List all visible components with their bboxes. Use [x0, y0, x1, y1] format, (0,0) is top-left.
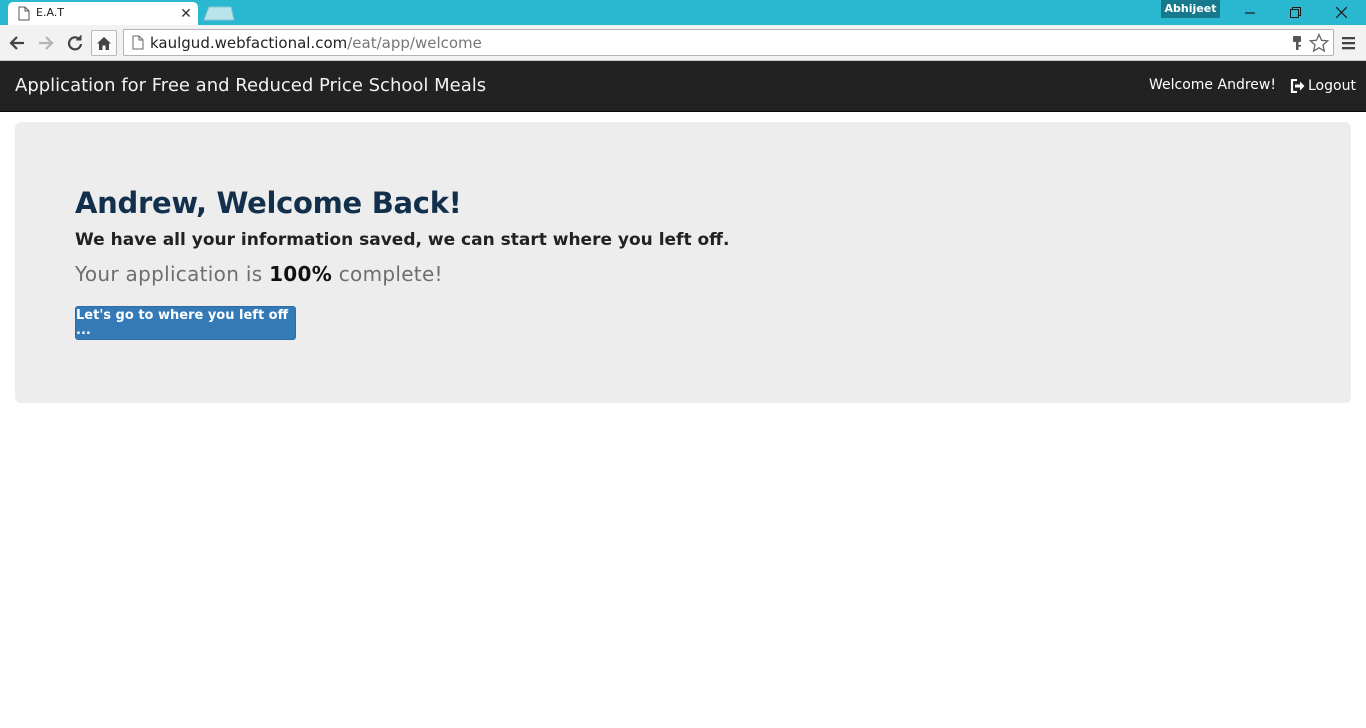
- close-window-button[interactable]: [1319, 0, 1363, 24]
- url-host: kaulgud.webfactional.com: [150, 34, 348, 52]
- key-icon[interactable]: [1291, 35, 1303, 51]
- arrow-left-icon: [9, 36, 24, 50]
- home-icon: [97, 36, 111, 50]
- page-icon: [132, 35, 144, 50]
- browser-titlebar: E.A.T ✕ Abhijeet: [0, 0, 1366, 25]
- browser-menu-icon[interactable]: [1340, 35, 1358, 51]
- forward-button[interactable]: [33, 30, 59, 56]
- tab-title: E.A.T: [36, 6, 64, 19]
- url-text[interactable]: kaulgud.webfactional.com/eat/app/welcome: [150, 34, 482, 52]
- url-path: /eat/app/welcome: [347, 34, 482, 52]
- home-button[interactable]: [91, 30, 117, 56]
- profile-badge[interactable]: Abhijeet: [1161, 0, 1220, 18]
- navbar-welcome[interactable]: Welcome Andrew!: [1149, 77, 1276, 93]
- reload-icon: [67, 35, 83, 51]
- browser-tab[interactable]: E.A.T ✕: [8, 2, 198, 25]
- welcome-subtitle: We have all your information saved, we c…: [75, 230, 730, 250]
- continue-button[interactable]: Let's go to where you left off ...: [75, 306, 296, 340]
- welcome-title: Andrew, Welcome Back!: [75, 186, 462, 220]
- restore-button[interactable]: [1273, 0, 1317, 24]
- address-bar[interactable]: kaulgud.webfactional.com/eat/app/welcome: [123, 29, 1334, 56]
- browser-toolbar: kaulgud.webfactional.com/eat/app/welcome: [0, 25, 1366, 61]
- logout-link[interactable]: Logout: [1290, 76, 1356, 96]
- minimize-icon: [1245, 12, 1255, 14]
- new-tab-button[interactable]: [203, 6, 235, 21]
- logout-label: Logout: [1308, 78, 1356, 94]
- arrow-right-icon: [39, 36, 54, 50]
- progress-percent: 100%: [269, 262, 333, 286]
- navbar-brand[interactable]: Application for Free and Reduced Price S…: [15, 75, 486, 96]
- bookmark-star-icon[interactable]: [1309, 33, 1329, 53]
- progress-prefix: Your application is: [75, 262, 270, 286]
- welcome-panel: Andrew, Welcome Back! We have all your i…: [15, 122, 1351, 403]
- reload-button[interactable]: [62, 30, 88, 56]
- logout-icon: [1290, 79, 1305, 93]
- minimize-button[interactable]: [1228, 0, 1272, 24]
- back-button[interactable]: [4, 30, 30, 56]
- close-tab-icon[interactable]: ✕: [179, 5, 193, 21]
- app-navbar: Application for Free and Reduced Price S…: [0, 61, 1366, 112]
- progress-suffix: complete!: [332, 262, 443, 286]
- document-icon: [18, 6, 30, 21]
- close-icon: [1335, 6, 1347, 18]
- restore-icon: [1289, 6, 1301, 18]
- progress-text: Your application is 100% complete!: [75, 262, 443, 286]
